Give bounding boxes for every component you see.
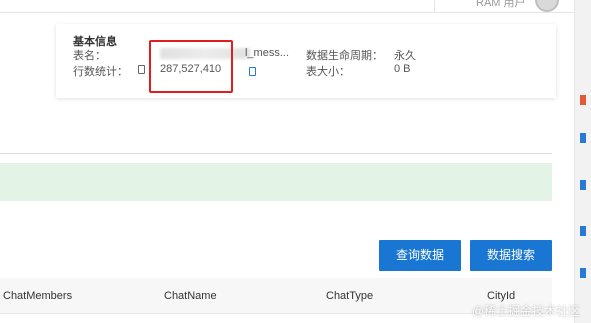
column-header-chatname[interactable]: ChatName [164,290,217,302]
watermark: @稀土掘金技术社区 [472,304,581,318]
column-header-chatmembers[interactable]: ChatMembers [3,290,72,302]
lifecycle-label: 数据生命周期： [306,50,383,62]
basic-info-card: 基本信息 表名： l_mess... 行数统计： 287,527,410 数据生… [56,24,556,98]
data-search-button[interactable]: 数据搜索 [470,240,552,271]
rail-marker-blue-2[interactable] [580,180,586,190]
lifecycle-value: 永久 [394,50,416,62]
column-header-chattype[interactable]: ChatType [326,290,373,302]
section-divider [0,153,552,154]
table-header: ChatMembers ChatName ChatType CityId [0,278,552,314]
copy-icon[interactable] [249,67,256,76]
table-size-value: 0 B [394,63,411,75]
query-data-button[interactable]: 查询数据 [379,240,461,271]
topbar-divider [434,0,435,13]
user-menu[interactable]: RAM 用户 [476,0,526,10]
status-banner [0,163,552,201]
main-content: RAM 用户 基本信息 表名： l_mess... 行数统计： 287,527,… [0,0,574,323]
rail-marker-orange[interactable] [580,95,586,105]
column-header-cityid[interactable]: CityId [487,290,515,302]
top-bar: RAM 用户 [0,0,574,13]
rail-marker-blue-1[interactable] [580,133,586,143]
table-name-value: l_mess... [245,47,290,59]
avatar[interactable] [535,0,559,12]
table-name-label: 表名： [73,50,106,62]
rail-marker-blue-4[interactable] [580,268,586,278]
row-count-refresh-icon[interactable] [138,65,145,74]
right-rail [574,0,591,323]
row-count-highlight [149,40,233,93]
row-count-label: 行数统计： [73,66,128,78]
table-size-label: 表大小： [306,66,350,78]
rail-marker-blue-3[interactable] [580,226,586,236]
